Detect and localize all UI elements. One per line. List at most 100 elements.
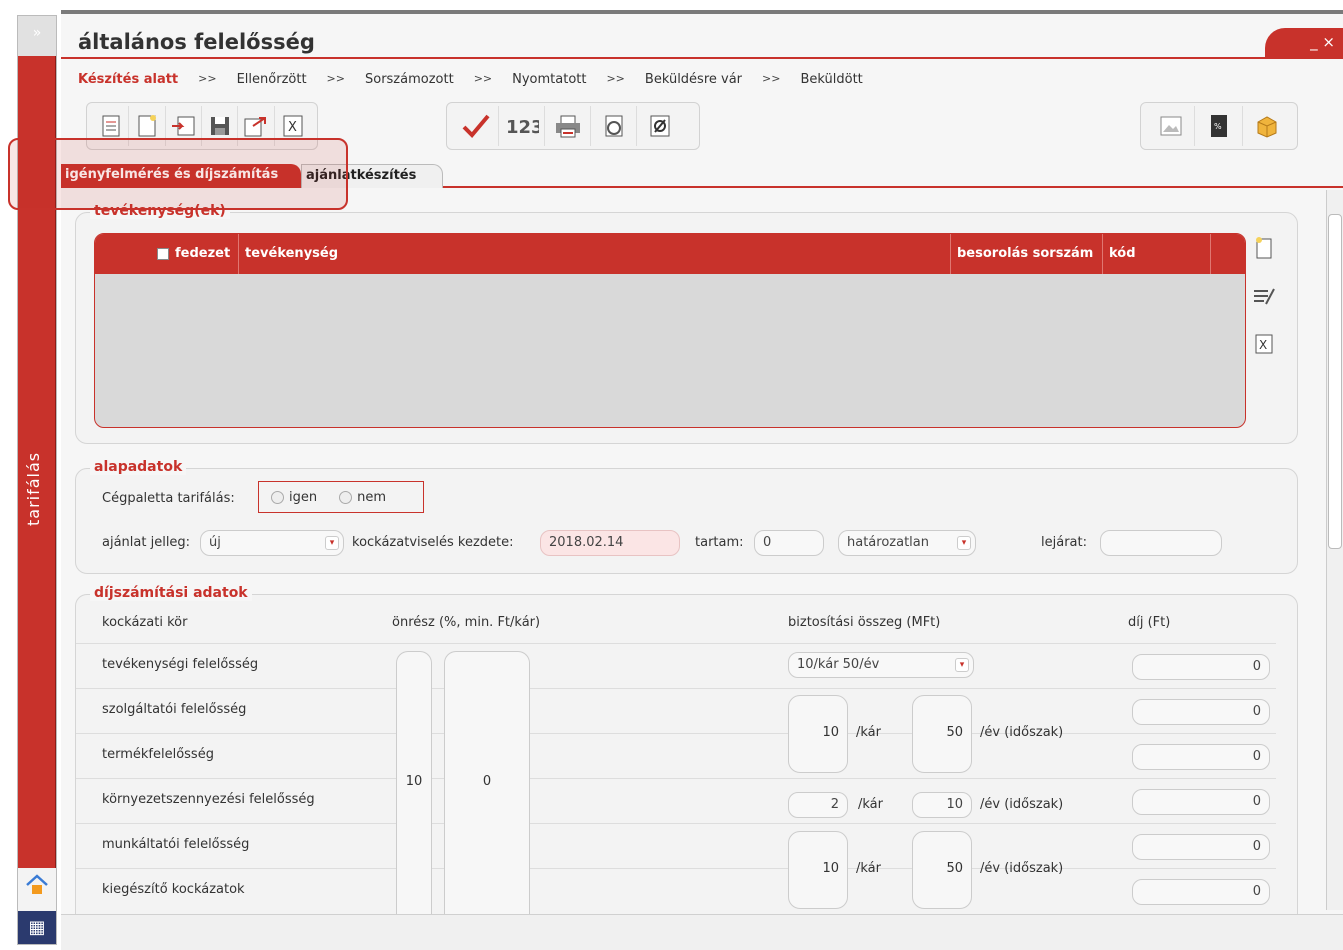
duration-field[interactable]: 0 <box>754 530 824 556</box>
unit-per-claim: /kár <box>858 797 883 812</box>
header-spacer <box>95 234 151 274</box>
section-legend: díjszámítási adatok <box>90 585 252 601</box>
env-per-claim-field[interactable]: 2 <box>788 792 848 818</box>
block1-per-claim-field[interactable]: 10 <box>788 695 848 773</box>
row-divider <box>76 733 1276 734</box>
radio-icon <box>339 490 353 504</box>
unit-per-claim: /kár <box>856 861 881 876</box>
env-per-year-field[interactable]: 10 <box>912 792 972 818</box>
history-icon[interactable] <box>591 106 637 146</box>
status-step: Beküldésre vár <box>644 72 743 87</box>
scrollbar-thumb[interactable] <box>1328 214 1342 549</box>
radio-nem[interactable]: nem <box>339 490 386 505</box>
row-divider <box>76 868 1276 869</box>
vertical-scrollbar[interactable] <box>1326 190 1343 910</box>
status-step: Ellenőrzött <box>236 72 307 87</box>
fee-field[interactable]: 0 <box>1132 879 1270 905</box>
limit-select[interactable]: 10/kár 50/év ▾ <box>788 652 974 678</box>
fee-field[interactable]: 0 <box>1132 834 1270 860</box>
svg-text:X: X <box>288 120 297 135</box>
header-cell-kod: kód <box>1103 234 1211 274</box>
fee-field[interactable]: 0 <box>1132 744 1270 770</box>
expiry-field[interactable] <box>1100 530 1222 556</box>
title-bar: általános felelősség _ × <box>61 14 1343 64</box>
svg-text:%: % <box>1214 122 1222 131</box>
check-icon[interactable] <box>453 106 499 146</box>
chevron-down-icon: ▾ <box>957 536 971 550</box>
tariff-book-icon[interactable]: % <box>1195 106 1243 146</box>
chevron-down-icon: ▾ <box>955 658 969 672</box>
page-title: általános felelősség <box>78 30 315 54</box>
title-divider <box>61 57 1343 59</box>
edit-activity-icon[interactable] <box>1249 281 1279 311</box>
status-separator: >> <box>198 72 217 85</box>
risk-row-label: szolgáltatói felelősség <box>102 702 247 717</box>
status-separator: >> <box>762 72 781 85</box>
image-icon[interactable] <box>1147 106 1195 146</box>
status-separator: >> <box>326 72 345 85</box>
row-divider <box>76 688 1276 689</box>
basic-data-section: alapadatok Cégpaletta tarifálás: igen ne… <box>75 459 1298 574</box>
chevron-down-icon: ▾ <box>325 536 339 550</box>
unit-per-year: /év (időszak) <box>980 797 1064 812</box>
unit-per-year: /év (időszak) <box>980 725 1064 740</box>
radio-igen[interactable]: igen <box>271 490 317 505</box>
risk-row-label: környezetszennyezési felelősség <box>102 792 315 807</box>
unit-per-claim: /kár <box>856 725 881 740</box>
home-icon[interactable] <box>18 872 56 908</box>
section-legend: alapadatok <box>90 459 187 475</box>
cancel-document-icon[interactable] <box>637 106 683 146</box>
column-header-deductible: önrész (%, min. Ft/kár) <box>392 615 541 630</box>
risk-row-label: termékfelelősség <box>102 747 214 762</box>
window-controls[interactable]: _ × <box>1265 28 1343 58</box>
workflow-status: Készítés alatt >> Ellenőrzött >> Sorszám… <box>78 72 863 87</box>
fee-field[interactable]: 0 <box>1132 789 1270 815</box>
fee-field[interactable]: 0 <box>1132 699 1270 725</box>
start-date-field[interactable]: 2018.02.14 <box>540 530 680 556</box>
delete-activity-icon[interactable]: X <box>1249 329 1279 359</box>
column-header-risk: kockázati kör <box>102 615 188 630</box>
add-activity-icon[interactable] <box>1249 233 1279 263</box>
deductible-percent-field[interactable]: 10 <box>396 651 432 915</box>
status-step: Nyomtatott <box>512 72 587 87</box>
risk-row-label: kiegészítő kockázatok <box>102 882 245 897</box>
fee-field[interactable]: 0 <box>1132 654 1270 680</box>
sidebar-item-label: tarifálás <box>24 451 43 526</box>
deductible-min-field[interactable]: 0 <box>444 651 530 915</box>
toolbar-actions: 123 <box>446 102 700 150</box>
numbering-icon[interactable]: 123 <box>499 106 545 146</box>
svg-text:X: X <box>1259 338 1267 352</box>
select-all-checkbox[interactable] <box>157 247 169 260</box>
package-icon[interactable] <box>1243 106 1291 146</box>
activities-section: tevékenység(ek) fedezet tevékenység beso… <box>75 203 1298 444</box>
start-date-label: kockázatviselés kezdete: <box>352 535 514 550</box>
status-step: Beküldött <box>800 72 863 87</box>
row-divider <box>76 823 1276 824</box>
cegpaletta-radio-group: igen nem <box>258 481 424 513</box>
unit-per-year: /év (időszak) <box>980 861 1064 876</box>
risk-row-label: munkáltatói felelősség <box>102 837 250 852</box>
block1-per-year-field[interactable]: 50 <box>912 695 972 773</box>
status-step: Sorszámozott <box>364 72 454 87</box>
table-header: fedezet tevékenység besorolás sorszám kó… <box>95 234 1245 274</box>
block2-per-claim-field[interactable]: 10 <box>788 831 848 909</box>
duration-type-select[interactable]: határozatlan ▾ <box>838 530 976 556</box>
header-cell-fedezet: fedezet <box>151 234 239 274</box>
offer-type-label: ajánlat jelleg: <box>102 535 191 550</box>
toolbar-extra: % <box>1140 102 1298 150</box>
status-separator: >> <box>606 72 625 85</box>
status-separator: >> <box>473 72 493 85</box>
calculator-icon[interactable]: ▦ <box>18 911 56 944</box>
column-header-fee: díj (Ft) <box>1128 615 1171 630</box>
block2-per-year-field[interactable]: 50 <box>912 831 972 909</box>
row-divider <box>76 778 1276 779</box>
print-icon[interactable] <box>545 106 591 146</box>
expand-sidebar-icon[interactable]: » <box>18 16 56 56</box>
svg-text:123: 123 <box>506 117 539 138</box>
offer-type-select[interactable]: új ▾ <box>200 530 344 556</box>
radio-icon <box>271 490 284 504</box>
expiry-label: lejárat: <box>1041 535 1087 550</box>
bottom-bar <box>61 914 1343 950</box>
pricing-section: díjszámítási adatok kockázati kör önrész… <box>75 585 1298 915</box>
header-cell-tevekenyseg: tevékenység <box>239 234 951 274</box>
